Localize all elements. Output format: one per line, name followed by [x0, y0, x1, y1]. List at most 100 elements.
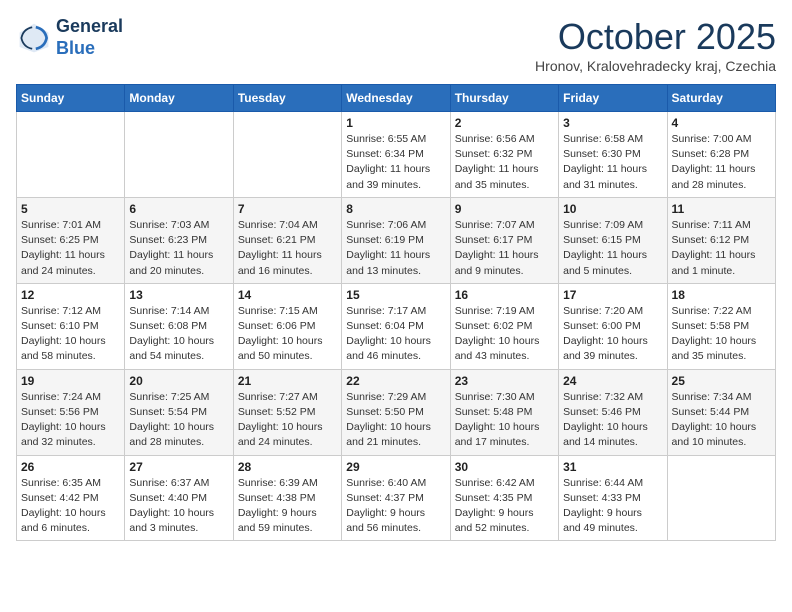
calendar-cell: 12 Sunrise: 7:12 AMSunset: 6:10 PMDayligh…: [17, 283, 125, 369]
day-info: Sunrise: 6:39 AMSunset: 4:38 PMDaylight:…: [238, 476, 337, 537]
calendar-cell: 18 Sunrise: 7:22 AMSunset: 5:58 PMDayligh…: [667, 283, 775, 369]
calendar-cell: 28 Sunrise: 6:39 AMSunset: 4:38 PMDayligh…: [233, 455, 341, 541]
day-number: 8: [346, 202, 445, 216]
day-info: Sunrise: 7:27 AMSunset: 5:52 PMDaylight:…: [238, 390, 337, 451]
day-number: 10: [563, 202, 662, 216]
logo-general: General: [56, 16, 123, 36]
weekday-header-wednesday: Wednesday: [342, 85, 450, 112]
day-info: Sunrise: 7:22 AMSunset: 5:58 PMDaylight:…: [672, 304, 771, 365]
calendar-week-3: 12 Sunrise: 7:12 AMSunset: 6:10 PMDayligh…: [17, 283, 776, 369]
day-info: Sunrise: 7:17 AMSunset: 6:04 PMDaylight:…: [346, 304, 445, 365]
day-number: 28: [238, 460, 337, 474]
day-info: Sunrise: 7:00 AMSunset: 6:28 PMDaylight:…: [672, 132, 771, 193]
day-info: Sunrise: 6:37 AMSunset: 4:40 PMDaylight:…: [129, 476, 228, 537]
day-number: 25: [672, 374, 771, 388]
calendar-cell: 20Sunrise: 7:25 AMSunset: 5:54 PMDayligh…: [125, 369, 233, 455]
weekday-header-saturday: Saturday: [667, 85, 775, 112]
day-number: 23: [455, 374, 554, 388]
weekday-header-friday: Friday: [559, 85, 667, 112]
calendar-week-1: 1 Sunrise: 6:55 AMSunset: 6:34 PMDaylight…: [17, 112, 776, 198]
location: Hronov, Kralovehradecky kraj, Czechia: [535, 58, 776, 74]
day-info: Sunrise: 7:11 AMSunset: 6:12 PMDaylight:…: [672, 218, 771, 279]
calendar-week-2: 5 Sunrise: 7:01 AMSunset: 6:25 PMDaylight…: [17, 197, 776, 283]
calendar-cell: 8 Sunrise: 7:06 AMSunset: 6:19 PMDaylight…: [342, 197, 450, 283]
day-number: 2: [455, 116, 554, 130]
day-info: Sunrise: 7:29 AMSunset: 5:50 PMDaylight:…: [346, 390, 445, 451]
calendar-cell: [233, 112, 341, 198]
day-info: Sunrise: 7:03 AMSunset: 6:23 PMDaylight:…: [129, 218, 228, 279]
day-number: 30: [455, 460, 554, 474]
weekday-header-tuesday: Tuesday: [233, 85, 341, 112]
day-number: 17: [563, 288, 662, 302]
day-number: 11: [672, 202, 771, 216]
calendar-cell: 19Sunrise: 7:24 AMSunset: 5:56 PMDayligh…: [17, 369, 125, 455]
calendar-week-4: 19Sunrise: 7:24 AMSunset: 5:56 PMDayligh…: [17, 369, 776, 455]
day-number: 16: [455, 288, 554, 302]
calendar-cell: 23 Sunrise: 7:30 AMSunset: 5:48 PMDayligh…: [450, 369, 558, 455]
day-number: 6: [129, 202, 228, 216]
day-number: 4: [672, 116, 771, 130]
day-info: Sunrise: 7:12 AMSunset: 6:10 PMDaylight:…: [21, 304, 120, 365]
day-info: Sunrise: 7:14 AMSunset: 6:08 PMDaylight:…: [129, 304, 228, 365]
weekday-header-sunday: Sunday: [17, 85, 125, 112]
day-info: Sunrise: 7:15 AMSunset: 6:06 PMDaylight:…: [238, 304, 337, 365]
day-info: Sunrise: 7:01 AMSunset: 6:25 PMDaylight:…: [21, 218, 120, 279]
day-info: Sunrise: 6:56 AMSunset: 6:32 PMDaylight:…: [455, 132, 554, 193]
calendar-cell: 22 Sunrise: 7:29 AMSunset: 5:50 PMDayligh…: [342, 369, 450, 455]
calendar-cell: 13 Sunrise: 7:14 AMSunset: 6:08 PMDayligh…: [125, 283, 233, 369]
day-number: 19: [21, 374, 120, 388]
day-number: 12: [21, 288, 120, 302]
day-info: Sunrise: 6:55 AMSunset: 6:34 PMDaylight:…: [346, 132, 445, 193]
calendar-cell: 5 Sunrise: 7:01 AMSunset: 6:25 PMDaylight…: [17, 197, 125, 283]
calendar-cell: 27 Sunrise: 6:37 AMSunset: 4:40 PMDayligh…: [125, 455, 233, 541]
day-number: 7: [238, 202, 337, 216]
day-info: Sunrise: 7:09 AMSunset: 6:15 PMDaylight:…: [563, 218, 662, 279]
day-number: 5: [21, 202, 120, 216]
calendar-cell: 31 Sunrise: 6:44 AMSunset: 4:33 PMDayligh…: [559, 455, 667, 541]
day-info: Sunrise: 7:20 AMSunset: 6:00 PMDaylight:…: [563, 304, 662, 365]
calendar-cell: [667, 455, 775, 541]
day-number: 18: [672, 288, 771, 302]
day-info: Sunrise: 7:25 AMSunset: 5:54 PMDaylight:…: [129, 390, 228, 451]
day-number: 13: [129, 288, 228, 302]
day-info: Sunrise: 6:40 AMSunset: 4:37 PMDaylight:…: [346, 476, 445, 537]
calendar-cell: 24 Sunrise: 7:32 AMSunset: 5:46 PMDayligh…: [559, 369, 667, 455]
month-title: October 2025: [535, 16, 776, 58]
logo: General Blue: [16, 16, 123, 59]
day-number: 22: [346, 374, 445, 388]
calendar-cell: 16 Sunrise: 7:19 AMSunset: 6:02 PMDayligh…: [450, 283, 558, 369]
logo-icon: [16, 20, 52, 56]
calendar-cell: 25 Sunrise: 7:34 AMSunset: 5:44 PMDayligh…: [667, 369, 775, 455]
day-number: 15: [346, 288, 445, 302]
calendar-cell: [17, 112, 125, 198]
day-info: Sunrise: 6:44 AMSunset: 4:33 PMDaylight:…: [563, 476, 662, 537]
day-info: Sunrise: 6:42 AMSunset: 4:35 PMDaylight:…: [455, 476, 554, 537]
calendar-cell: 3Sunrise: 6:58 AMSunset: 6:30 PMDaylight…: [559, 112, 667, 198]
day-info: Sunrise: 7:34 AMSunset: 5:44 PMDaylight:…: [672, 390, 771, 451]
calendar-cell: 2 Sunrise: 6:56 AMSunset: 6:32 PMDaylight…: [450, 112, 558, 198]
calendar-table: SundayMondayTuesdayWednesdayThursdayFrid…: [16, 84, 776, 541]
day-info: Sunrise: 7:04 AMSunset: 6:21 PMDaylight:…: [238, 218, 337, 279]
day-info: Sunrise: 7:07 AMSunset: 6:17 PMDaylight:…: [455, 218, 554, 279]
day-info: Sunrise: 7:32 AMSunset: 5:46 PMDaylight:…: [563, 390, 662, 451]
calendar-cell: 21Sunrise: 7:27 AMSunset: 5:52 PMDayligh…: [233, 369, 341, 455]
day-info: Sunrise: 7:06 AMSunset: 6:19 PMDaylight:…: [346, 218, 445, 279]
day-number: 26: [21, 460, 120, 474]
day-number: 31: [563, 460, 662, 474]
calendar-cell: 29Sunrise: 6:40 AMSunset: 4:37 PMDayligh…: [342, 455, 450, 541]
calendar-cell: 14Sunrise: 7:15 AMSunset: 6:06 PMDayligh…: [233, 283, 341, 369]
calendar-cell: [125, 112, 233, 198]
calendar-cell: 4 Sunrise: 7:00 AMSunset: 6:28 PMDaylight…: [667, 112, 775, 198]
day-info: Sunrise: 6:58 AMSunset: 6:30 PMDaylight:…: [563, 132, 662, 193]
calendar-cell: 1 Sunrise: 6:55 AMSunset: 6:34 PMDaylight…: [342, 112, 450, 198]
page-header: General Blue October 2025 Hronov, Kralov…: [16, 16, 776, 74]
day-number: 27: [129, 460, 228, 474]
day-info: Sunrise: 7:30 AMSunset: 5:48 PMDaylight:…: [455, 390, 554, 451]
calendar-cell: 10 Sunrise: 7:09 AMSunset: 6:15 PMDayligh…: [559, 197, 667, 283]
day-number: 24: [563, 374, 662, 388]
calendar-cell: 7 Sunrise: 7:04 AMSunset: 6:21 PMDaylight…: [233, 197, 341, 283]
day-number: 9: [455, 202, 554, 216]
calendar-cell: 30 Sunrise: 6:42 AMSunset: 4:35 PMDayligh…: [450, 455, 558, 541]
day-info: Sunrise: 7:19 AMSunset: 6:02 PMDaylight:…: [455, 304, 554, 365]
day-number: 1: [346, 116, 445, 130]
